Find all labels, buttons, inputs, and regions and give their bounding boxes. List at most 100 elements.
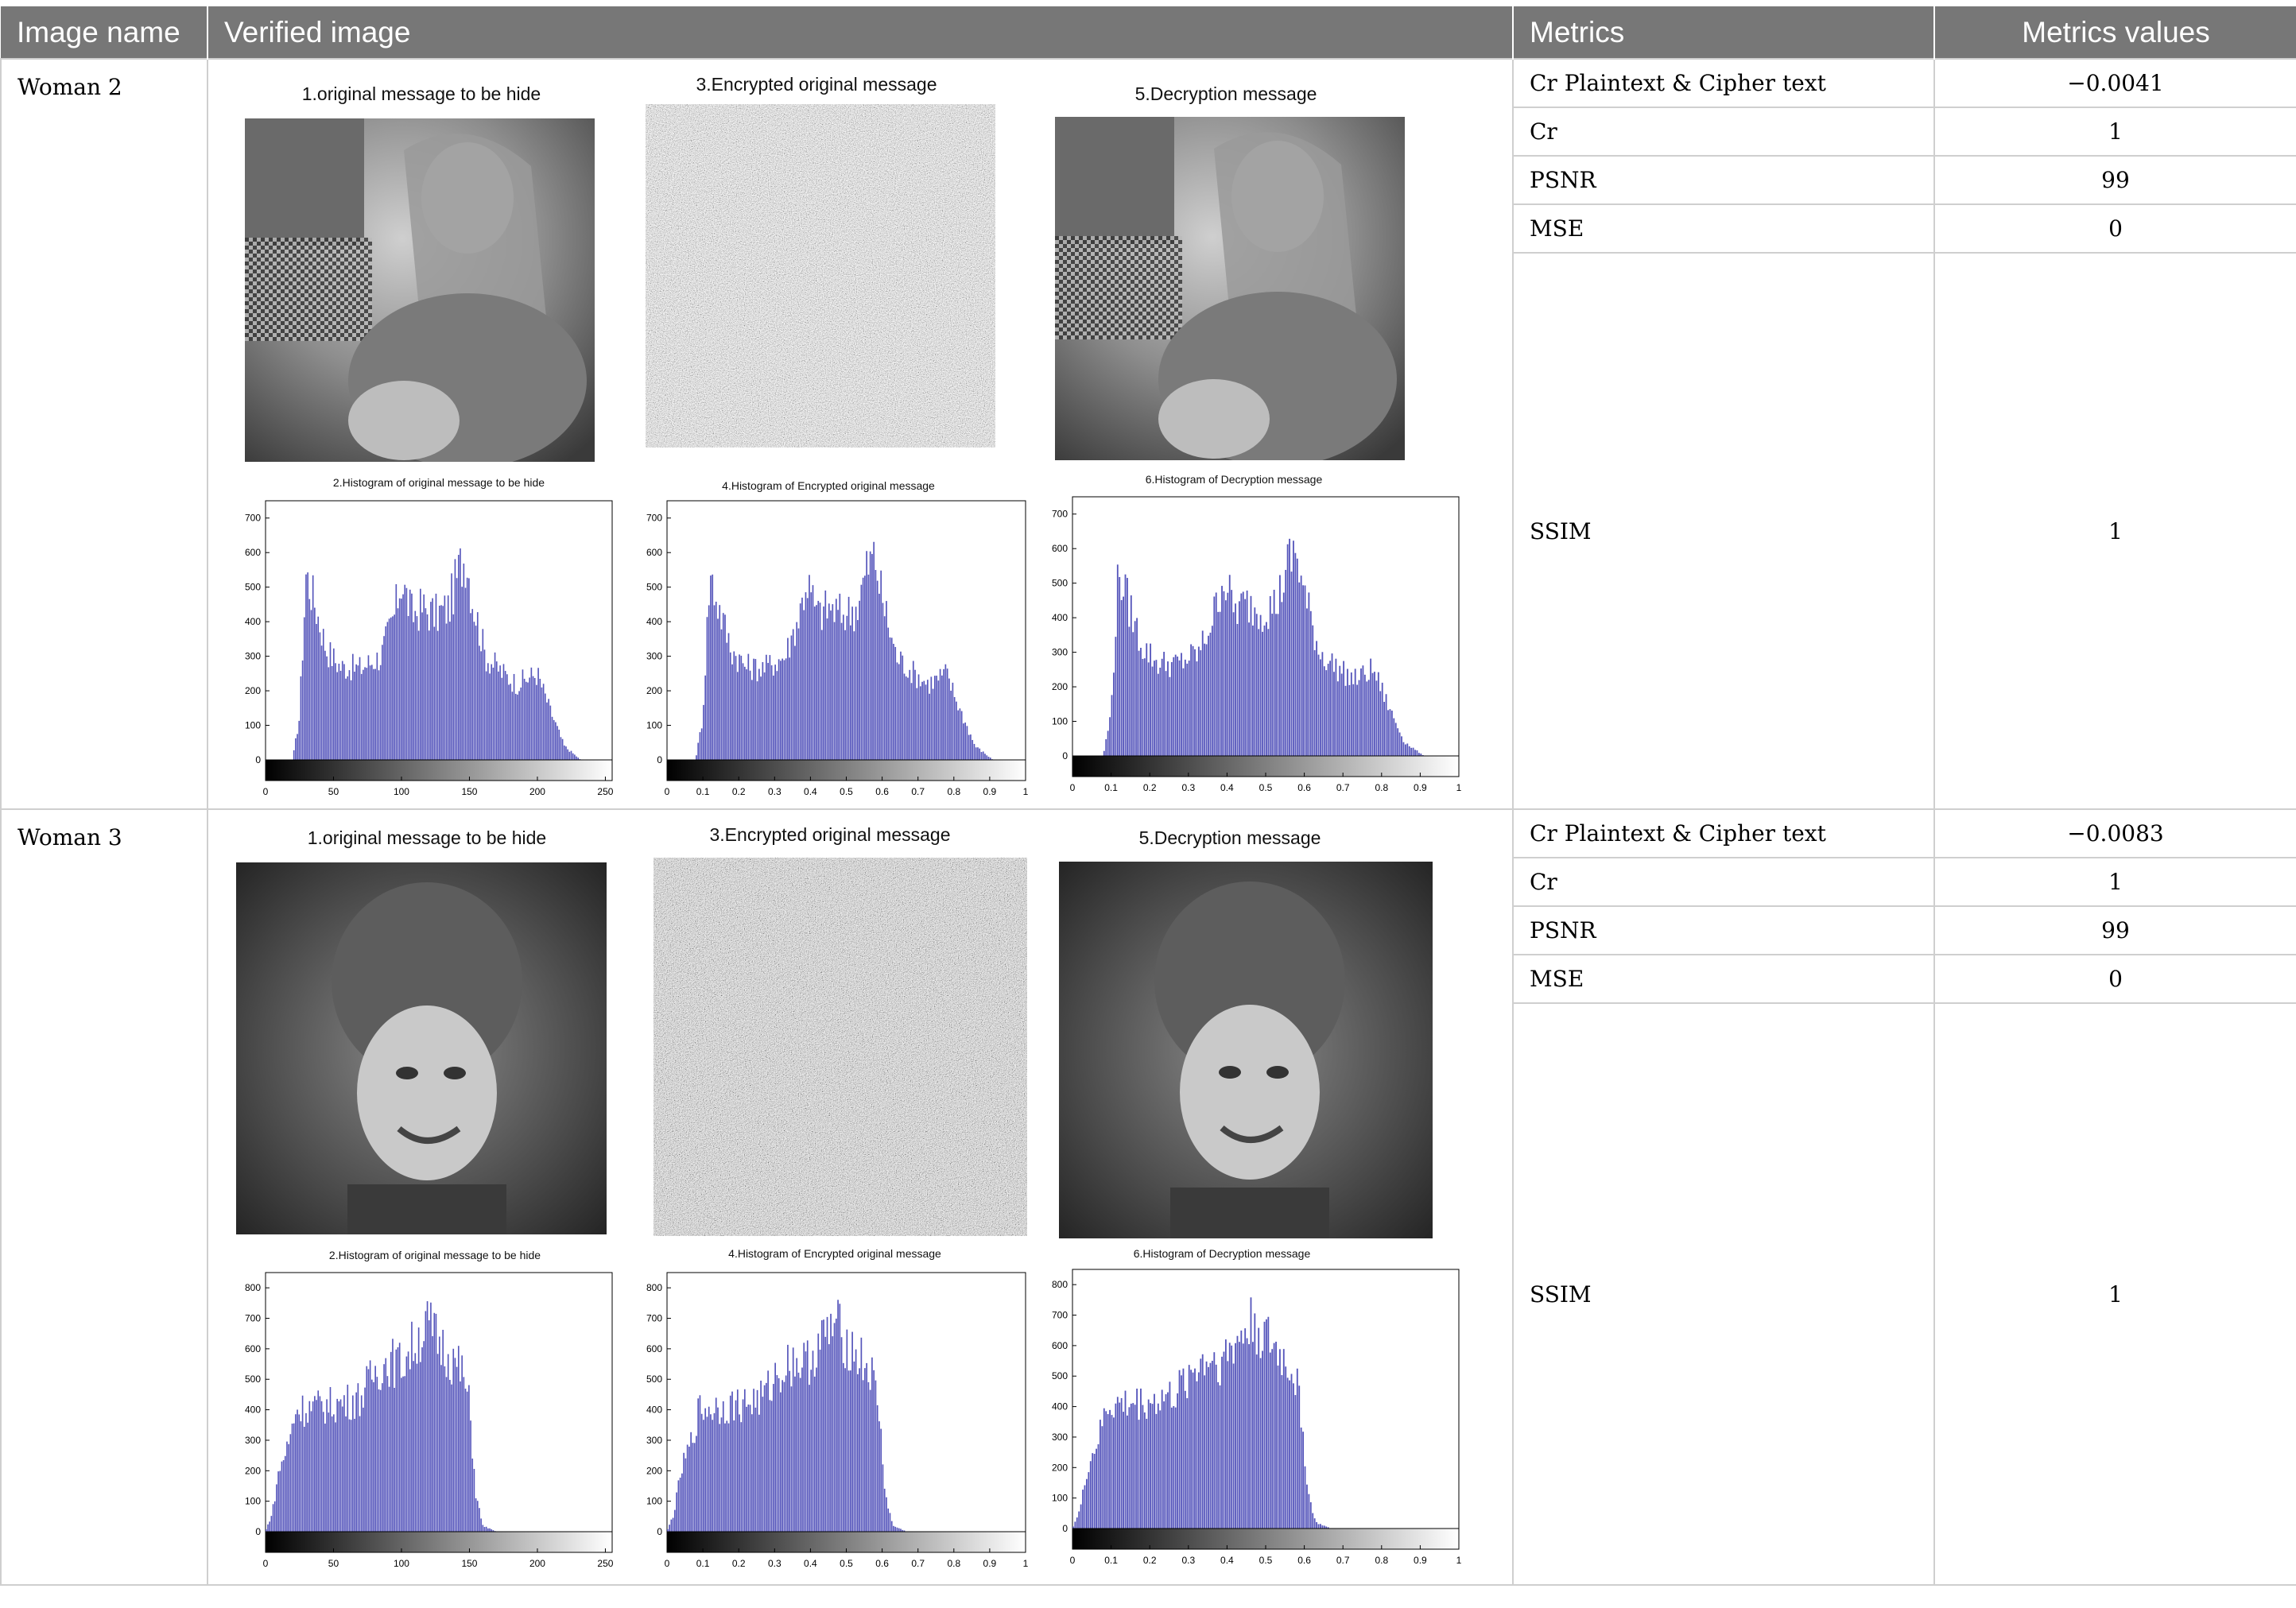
histogram-bar: [1300, 575, 1302, 756]
histogram-bar: [1262, 1350, 1263, 1529]
histogram-bar: [316, 1400, 317, 1532]
histogram-bar: [322, 1412, 324, 1532]
histogram-bar: [677, 1480, 680, 1532]
y-tick-label: 300: [646, 1435, 662, 1446]
histogram-bar: [824, 590, 827, 760]
histogram-bar: [1306, 608, 1308, 756]
histogram-bar: [1103, 1408, 1105, 1529]
histogram-bar: [423, 1341, 425, 1532]
histogram-bar: [305, 1412, 307, 1532]
histogram-bar: [326, 656, 328, 760]
histogram-bar: [816, 1367, 817, 1532]
histogram-bar: [840, 1337, 843, 1532]
histogram-bar: [855, 1349, 857, 1532]
histogram-bar: [781, 1380, 784, 1532]
histogram-bar: [553, 719, 555, 760]
histogram-bar: [494, 652, 496, 760]
histogram-bar: [1263, 1321, 1266, 1529]
histogram-bar: [1124, 574, 1127, 756]
histogram-bar: [823, 606, 824, 760]
histogram-bar: [756, 681, 758, 760]
histogram-bar: [425, 1311, 427, 1532]
y-tick-label: 400: [1052, 612, 1068, 623]
histogram-bar: [1232, 612, 1235, 756]
y-tick-label: 300: [245, 651, 261, 662]
histogram-bar: [939, 668, 941, 760]
histogram-bar: [355, 664, 357, 760]
histogram-bar: [890, 637, 893, 760]
histogram-bar: [1182, 1368, 1185, 1529]
histogram-bar: [943, 668, 944, 760]
histogram-bar: [1089, 1461, 1092, 1529]
histogram-bar: [445, 1377, 448, 1532]
histogram-bar: [451, 573, 452, 760]
histogram-bar: [526, 681, 527, 760]
histogram-bar: [1194, 1368, 1196, 1529]
histogram-bar: [289, 1434, 292, 1532]
x-tick-label: 150: [461, 1558, 477, 1569]
histogram-bar: [370, 665, 373, 760]
histogram-bar: [781, 658, 784, 760]
noise-image-icon: [646, 104, 995, 448]
histogram-bar: [778, 659, 780, 760]
histogram-bar: [952, 682, 954, 760]
histogram-bar: [809, 575, 810, 760]
histogram-bar: [1258, 1327, 1260, 1529]
header-metrics: Metrics: [1513, 6, 1935, 59]
histogram-bar: [936, 676, 937, 760]
histogram-bar: [670, 1519, 673, 1532]
histogram-bar: [817, 1333, 820, 1532]
histogram-bar: [402, 594, 404, 760]
histogram-bar: [407, 1351, 409, 1532]
histogram-bar: [378, 1389, 380, 1532]
histogram-bar: [896, 662, 898, 760]
histogram-bar: [1205, 644, 1208, 756]
histogram-bar: [1281, 1374, 1283, 1529]
colorbar: [265, 759, 613, 781]
histogram-bar: [1375, 680, 1378, 756]
histogram-bar: [1244, 1328, 1247, 1529]
histogram-bar: [975, 747, 977, 760]
histogram-bar: [776, 671, 778, 760]
histogram-bar: [456, 578, 458, 760]
histogram-bar: [468, 1385, 470, 1532]
histogram-bar: [787, 1344, 789, 1532]
histogram-bar: [1290, 572, 1293, 756]
histogram-bar: [350, 680, 352, 760]
x-tick-label: 0.9: [983, 786, 997, 797]
histogram-bar: [436, 630, 439, 760]
histogram-bar: [1347, 668, 1348, 756]
histogram-bar: [376, 1377, 378, 1532]
histogram-bar: [357, 665, 359, 760]
histogram-bar: [1277, 1365, 1279, 1529]
histogram-bar: [1231, 590, 1233, 756]
histogram-bar: [386, 1376, 389, 1532]
histogram-bar: [1147, 1399, 1150, 1529]
histogram-bar: [317, 1390, 320, 1532]
histogram-bar: [1263, 625, 1266, 756]
histogram-bar: [914, 669, 916, 760]
histogram-bar: [466, 577, 468, 760]
histogram-bar: [1192, 645, 1194, 756]
y-tick-label: 600: [1052, 543, 1068, 554]
histogram-bar: [364, 667, 366, 760]
y-tick-label: 0: [1062, 750, 1068, 761]
histogram-bar: [1240, 1330, 1243, 1529]
histogram-bar: [416, 616, 418, 760]
histogram-bar: [1150, 643, 1152, 756]
histogram-bar: [333, 1414, 335, 1532]
histogram-bar: [1134, 621, 1136, 756]
histogram-bar: [1238, 1342, 1240, 1529]
metric-label: MSE: [1512, 203, 1935, 254]
x-tick-label: 0.7: [1336, 782, 1350, 793]
histogram-bar: [921, 681, 923, 760]
histogram-bar: [801, 597, 803, 760]
histogram-bar: [826, 618, 828, 760]
histogram-bar: [676, 1492, 677, 1532]
histogram-bar: [957, 710, 960, 760]
histogram-bar: [819, 1350, 821, 1532]
histogram-bar: [347, 676, 349, 760]
histogram-bar: [479, 645, 480, 760]
histogram-bar: [308, 1401, 311, 1532]
histogram-bar: [576, 756, 577, 760]
